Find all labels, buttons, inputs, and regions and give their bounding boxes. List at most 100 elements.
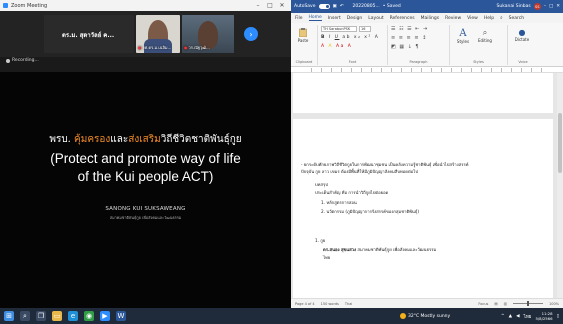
saved-status: • Saved [382,4,401,9]
tab-view[interactable]: View [467,16,478,21]
search-icon[interactable]: ⌕ [500,15,503,21]
clipboard-icon [299,28,307,37]
edge-icon[interactable]: e [68,311,78,321]
vertical-scrollbar[interactable] [557,73,563,298]
zoom-titlebar: Zoom Meeting – □ ✕ [0,0,291,11]
video-gallery: ดร.ม. สุดาวัลย์ ค... ●รศ.ดร.ม.เฉลิม... ●… [0,11,291,57]
participant-label: ●วร.ณัฐวุฒิ... [184,45,210,50]
document-page[interactable]: - ยกระดับศักยภาพวิถีชีวิตกูยในการพัฒนาชุ… [293,119,553,298]
dictate-button[interactable]: ● Dictate [512,28,532,42]
tab-design[interactable]: Design [347,16,363,21]
search-icon[interactable]: ⌕ [20,311,30,321]
zoom-app-icon [3,3,8,8]
sun-icon [400,313,406,319]
doc-paragraph[interactable]: ไทย [323,254,330,261]
video-tile[interactable]: ●รศ.ดร.ม.เฉลิม... [136,15,180,53]
document-page[interactable] [293,73,553,113]
next-page-button[interactable]: › [244,27,258,41]
chevron-right-icon: › [249,29,253,39]
tab-insert[interactable]: Insert [328,16,341,21]
user-name[interactable]: Sukanai Sinbas [497,4,531,9]
slide-presenter-name: SANONG KUI SUKSAWEANG [105,206,186,212]
document-name[interactable]: 20220805... [353,4,380,9]
tab-file[interactable]: File [295,16,303,21]
font-name-select[interactable]: TH SarabunPSK [321,26,357,32]
save-icon[interactable]: ▣ [333,4,337,9]
task-view-icon[interactable]: ❐ [36,311,46,321]
doc-paragraph[interactable]: ดร.สนอง สุขแสวง สมาคมชาติพันธุ์กูย เพื่อ… [323,246,436,253]
scrollbar-thumb[interactable] [558,113,562,173]
font-size-select[interactable]: 16 [359,26,371,32]
network-icon[interactable]: ▲ [509,314,512,319]
web-layout-icon[interactable]: ▥ [504,302,507,306]
font-label: Font [348,60,357,64]
doc-list-item[interactable]: 1. หลักสูตรการสอน [321,199,357,206]
tab-help[interactable]: Help [484,16,494,21]
styles-group: A Styles ⌕ Editing Styles [450,25,508,65]
notification-icon[interactable]: ▯ [557,314,559,319]
ribbon: Paste Clipboard Font TH SarabunPSK 16 B … [291,23,563,67]
paragraph-label: Paragraph [409,60,428,64]
autosave-toggle[interactable] [318,4,330,9]
word-icon[interactable]: W [116,311,126,321]
minimize-icon[interactable]: – [252,2,264,9]
maximize-icon[interactable]: □ [264,2,276,9]
focus-button[interactable]: Focus [478,302,488,306]
doc-paragraph[interactable]: ปัจจุบัน กูย ลาว เขมร ต้องมีพื้นที่ให้มี… [301,168,418,175]
windows-start-icon[interactable]: ⊞ [4,311,14,321]
file-explorer-icon[interactable]: ▭ [52,311,62,321]
microphone-icon: ● [518,28,526,37]
styles-icon: A [459,28,467,39]
mic-muted-icon: ● [138,45,142,50]
video-tile[interactable]: ●วร.ณัฐวุฒิ... [182,15,234,53]
tab-references[interactable]: References [390,16,415,21]
doc-list-item[interactable]: 2. นวัตกรรม (ภูมิปัญญาการรังสรรค์ของกลุ่… [321,208,419,215]
doc-paragraph[interactable]: - ยกระดับศักยภาพวิถีชีวิตกูยในการพัฒนาชุ… [301,161,469,168]
ribbon-tabs: File Home Insert Design Layout Reference… [291,13,563,23]
styles-group-label: Styles [473,60,484,64]
editing-button[interactable]: ⌕ Editing [475,28,495,43]
close-icon[interactable]: ✕ [556,4,560,9]
avatar[interactable]: SS [533,3,541,10]
paste-button[interactable]: Paste [294,28,312,43]
taskbar: ⊞ ⌕ ❐ ▭ e ◉ ▶ W 32°C Mostly sunny ^ ▲ ◀ … [0,308,563,324]
chrome-icon[interactable]: ◉ [84,311,94,321]
styles-button[interactable]: A Styles [455,28,471,44]
tab-layout[interactable]: Layout [368,16,383,21]
clock[interactable]: 11:28 5/8/2566 [535,311,552,321]
doc-paragraph[interactable]: ประเด็นสำคัญ คือ การนำวิถีกูยไปต่อยอด [315,189,388,196]
tab-review[interactable]: Review [445,16,461,21]
voice-group: ● Dictate Voice [508,25,538,65]
document-area[interactable]: - ยกระดับศักยภาพวิถีชีวิตกูยในการพัฒนาชุ… [291,73,563,298]
shading-buttons[interactable]: ◩ ▦ ↓ ¶ [391,44,420,50]
format-buttons[interactable]: B I U ab x₂ x² A [321,35,379,40]
video-tile[interactable]: ดร.ม. สุดาวัลย์ ค... [44,15,134,53]
zoom-icon[interactable]: ▶ [100,311,110,321]
slide-title-english: (Protect and promote way of life of the … [50,151,241,184]
chevron-up-icon[interactable]: ^ [501,314,505,319]
list-buttons[interactable]: ☰ ☷ ☰ ⇤ ⇥ [391,26,428,32]
print-layout-icon[interactable]: ▤ [494,302,497,306]
tab-mailings[interactable]: Mailings [421,16,439,21]
undo-icon[interactable]: ↶ [340,4,344,9]
weather-widget[interactable]: 32°C Mostly sunny [400,313,450,319]
minimize-icon[interactable]: – [544,4,546,9]
maximize-icon[interactable]: □ [549,4,553,9]
align-buttons[interactable]: ≡ ≡ ≡ ≡ ↕ [391,35,427,41]
zoom-level[interactable]: 100% [549,302,559,306]
font-color-buttons[interactable]: A A Aa A [321,44,352,49]
recording-indicator[interactable]: Recording... [6,58,39,63]
word-count[interactable]: 150 words [321,302,339,306]
slide-title-thai: พรบ. คุ้มครองและส่งเสริมวิถีชีวิตชาติพัน… [49,134,242,145]
participant-label: ●รศ.ดร.ม.เฉลิม... [138,45,172,50]
volume-icon[interactable]: ◀ [516,314,519,319]
language-status[interactable]: Thai [345,302,352,306]
tab-home[interactable]: Home [308,15,322,21]
page-count[interactable]: Page 4 of 4 [295,302,315,306]
close-icon[interactable]: ✕ [276,2,288,9]
language-indicator[interactable]: ไทย [524,313,532,320]
doc-paragraph[interactable]: บทสรุป [315,181,328,188]
zoom-slider[interactable] [512,301,543,306]
doc-list-item[interactable]: 1. กูย [315,237,325,244]
tab-search[interactable]: Search [509,16,524,21]
